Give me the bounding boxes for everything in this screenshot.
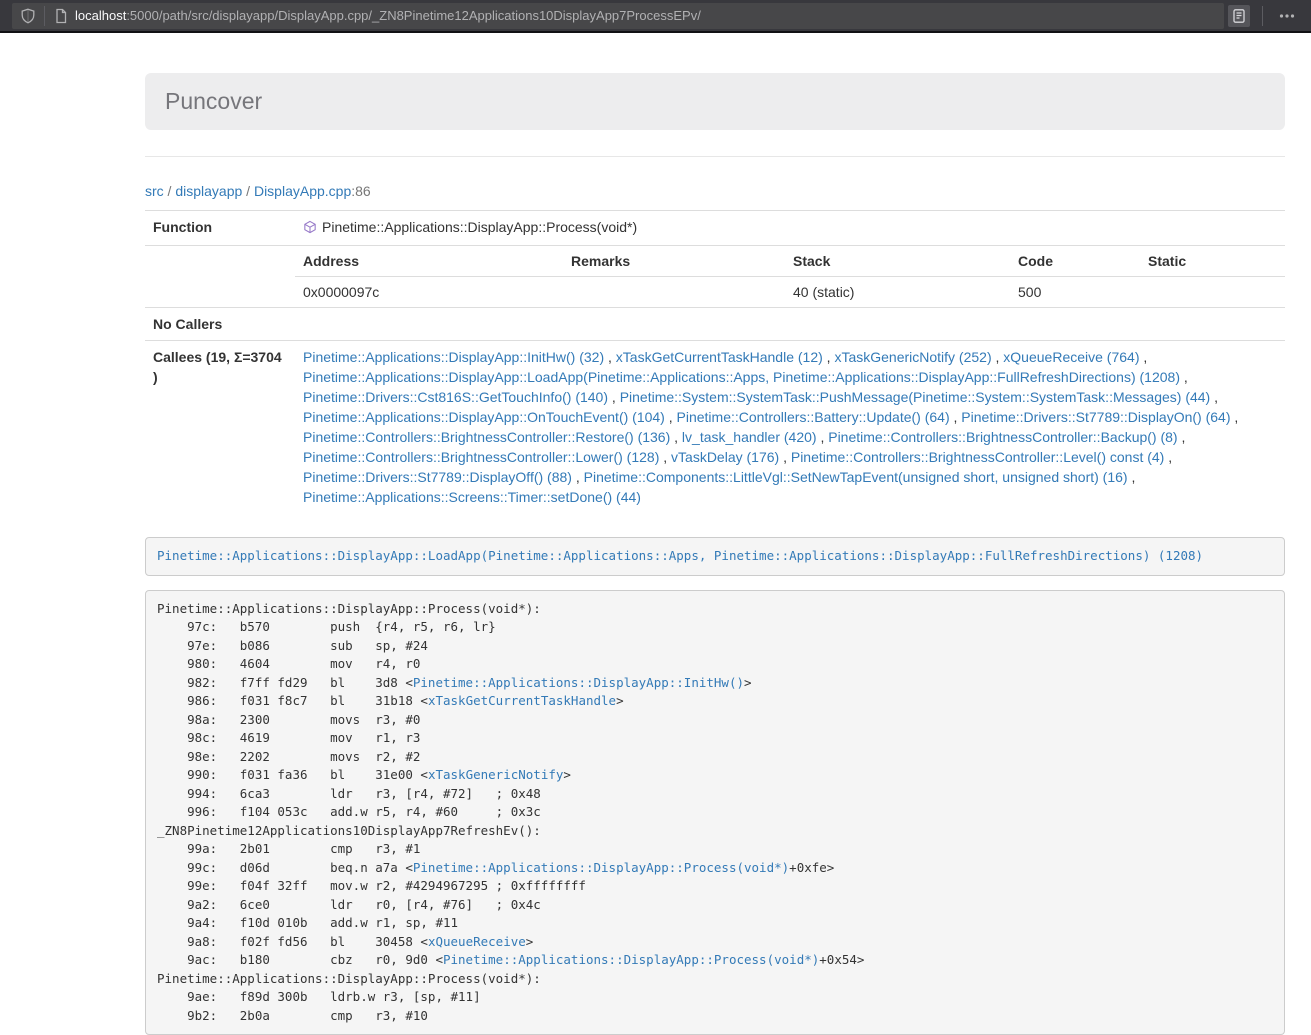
metrics-value — [1140, 277, 1285, 308]
callee-separator: , — [992, 349, 1004, 365]
metrics-column-header: Code — [1010, 246, 1140, 277]
metrics-column-header: Static — [1140, 246, 1285, 277]
callee-separator: , — [1178, 429, 1186, 445]
browser-toolbar: localhost:5000/path/src/displayapp/Displ… — [0, 0, 1311, 33]
metrics-value: 500 — [1010, 277, 1140, 308]
breadcrumb-line-number: :86 — [351, 183, 370, 199]
url-text[interactable]: localhost:5000/path/src/displayapp/Displ… — [75, 8, 701, 23]
metrics-value — [563, 277, 785, 308]
url-host: localhost — [75, 8, 126, 23]
breadcrumb-separator: / — [242, 183, 254, 199]
code-symbol-link[interactable]: Pinetime::Applications::DisplayApp::Proc… — [443, 952, 819, 967]
callee-separator: , — [1128, 469, 1136, 485]
callers-row: No Callers — [145, 308, 1285, 341]
shield-icon[interactable] — [20, 8, 36, 24]
code-symbol-link[interactable]: xTaskGetCurrentTaskHandle — [428, 693, 616, 708]
function-row: Function Pinetime::Applications::Display… — [145, 211, 1285, 246]
callee-separator: , — [1164, 449, 1172, 465]
code-symbol-link[interactable]: Pinetime::Applications::DisplayApp::Init… — [413, 675, 744, 690]
reader-view-button[interactable] — [1228, 5, 1250, 27]
breadcrumb-link[interactable]: DisplayApp.cpp — [254, 183, 351, 199]
page-info-icon[interactable] — [53, 8, 69, 24]
app-title: Puncover — [165, 88, 1265, 115]
callees-label: Callees (19, Σ=3704 ) — [145, 341, 295, 514]
callee-link[interactable]: Pinetime::Controllers::Battery::Update()… — [677, 409, 950, 425]
function-label: Function — [145, 211, 295, 246]
callee-link[interactable]: Pinetime::Applications::DisplayApp::Load… — [303, 369, 1180, 385]
symbol-cube-icon — [303, 219, 317, 239]
main-content: Puncover src / displayapp / DisplayApp.c… — [145, 73, 1285, 1035]
code-symbol-link[interactable]: xTaskGenericNotify — [428, 767, 563, 782]
symbol-table: Function Pinetime::Applications::Display… — [145, 210, 1285, 513]
breadcrumb-link[interactable]: displayapp — [175, 183, 242, 199]
disassembly-listing: Pinetime::Applications::DisplayApp::Proc… — [145, 590, 1285, 1035]
header-divider — [145, 156, 1285, 157]
function-name: Pinetime::Applications::DisplayApp::Proc… — [322, 219, 637, 235]
callee-link[interactable]: xQueueReceive (764) — [1003, 349, 1139, 365]
callee-link[interactable]: lv_task_handler (420) — [682, 429, 817, 445]
selected-symbol-box: Pinetime::Applications::DisplayApp::Load… — [145, 537, 1285, 576]
callee-link[interactable]: Pinetime::Controllers::BrightnessControl… — [303, 449, 659, 465]
callee-link[interactable]: Pinetime::Components::LittleVgl::SetNewT… — [584, 469, 1128, 485]
app-header: Puncover — [145, 73, 1285, 130]
no-callers-label: No Callers — [145, 308, 295, 341]
breadcrumb-link[interactable]: src — [145, 183, 164, 199]
callee-link[interactable]: vTaskDelay (176) — [671, 449, 779, 465]
code-symbol-link[interactable]: Pinetime::Applications::DisplayApp::Proc… — [413, 860, 789, 875]
callee-separator: , — [670, 429, 682, 445]
breadcrumb-separator: / — [164, 183, 176, 199]
callee-link[interactable]: xTaskGetCurrentTaskHandle (12) — [616, 349, 823, 365]
callee-separator: , — [572, 469, 584, 485]
selected-symbol-link[interactable]: Pinetime::Applications::DisplayApp::Load… — [157, 548, 1203, 563]
url-bar[interactable]: localhost:5000/path/src/displayapp/Displ… — [12, 3, 1224, 29]
url-bar-divider — [44, 6, 45, 26]
breadcrumb: src / displayapp / DisplayApp.cpp:86 — [145, 181, 1285, 201]
callee-separator: , — [1231, 409, 1239, 425]
callee-link[interactable]: Pinetime::Controllers::BrightnessControl… — [791, 449, 1164, 465]
callee-separator: , — [604, 349, 616, 365]
code-symbol-link[interactable]: xQueueReceive — [428, 934, 526, 949]
metrics-values-row: 0x0000097c 40 (static)500 — [295, 277, 1285, 308]
metrics-column-header: Address — [295, 246, 563, 277]
callee-link[interactable]: Pinetime::Controllers::BrightnessControl… — [828, 429, 1177, 445]
callee-separator: , — [1210, 389, 1218, 405]
callees-list: Pinetime::Applications::DisplayApp::Init… — [295, 341, 1285, 514]
callee-separator: , — [817, 429, 829, 445]
metrics-header-row: AddressRemarksStackCodeStatic — [295, 246, 1285, 277]
callee-link[interactable]: Pinetime::Drivers::St7789::DisplayOn() (… — [961, 409, 1230, 425]
metrics-column-header: Stack — [785, 246, 1010, 277]
metrics-column-header: Remarks — [563, 246, 785, 277]
more-tools-button[interactable] — [1275, 5, 1299, 27]
callee-link[interactable]: Pinetime::Drivers::Cst816S::GetTouchInfo… — [303, 389, 608, 405]
callee-separator: , — [779, 449, 791, 465]
callee-separator: , — [1139, 349, 1147, 365]
callee-separator: , — [823, 349, 835, 365]
callees-row: Callees (19, Σ=3704 ) Pinetime::Applicat… — [145, 341, 1285, 514]
callee-link[interactable]: Pinetime::Applications::DisplayApp::Init… — [303, 349, 604, 365]
callee-link[interactable]: xTaskGenericNotify (252) — [834, 349, 991, 365]
callee-link[interactable]: Pinetime::System::SystemTask::PushMessag… — [620, 389, 1211, 405]
callee-separator: , — [608, 389, 620, 405]
callee-separator: , — [659, 449, 671, 465]
url-path: :5000/path/src/displayapp/DisplayApp.cpp… — [126, 8, 701, 23]
metrics-value: 0x0000097c — [295, 277, 563, 308]
metrics-value: 40 (static) — [785, 277, 1010, 308]
callee-link[interactable]: Pinetime::Applications::DisplayApp::OnTo… — [303, 409, 665, 425]
callee-separator: , — [665, 409, 677, 425]
callee-link[interactable]: Pinetime::Applications::Screens::Timer::… — [303, 489, 641, 505]
callee-link[interactable]: Pinetime::Drivers::St7789::DisplayOff() … — [303, 469, 572, 485]
callee-separator: , — [950, 409, 962, 425]
callee-separator: , — [1180, 369, 1188, 385]
metrics-row: AddressRemarksStackCodeStatic 0x0000097c… — [145, 246, 1285, 308]
callee-link[interactable]: Pinetime::Controllers::BrightnessControl… — [303, 429, 670, 445]
metrics-table: AddressRemarksStackCodeStatic 0x0000097c… — [295, 246, 1285, 307]
toolbar-divider — [1262, 6, 1263, 26]
